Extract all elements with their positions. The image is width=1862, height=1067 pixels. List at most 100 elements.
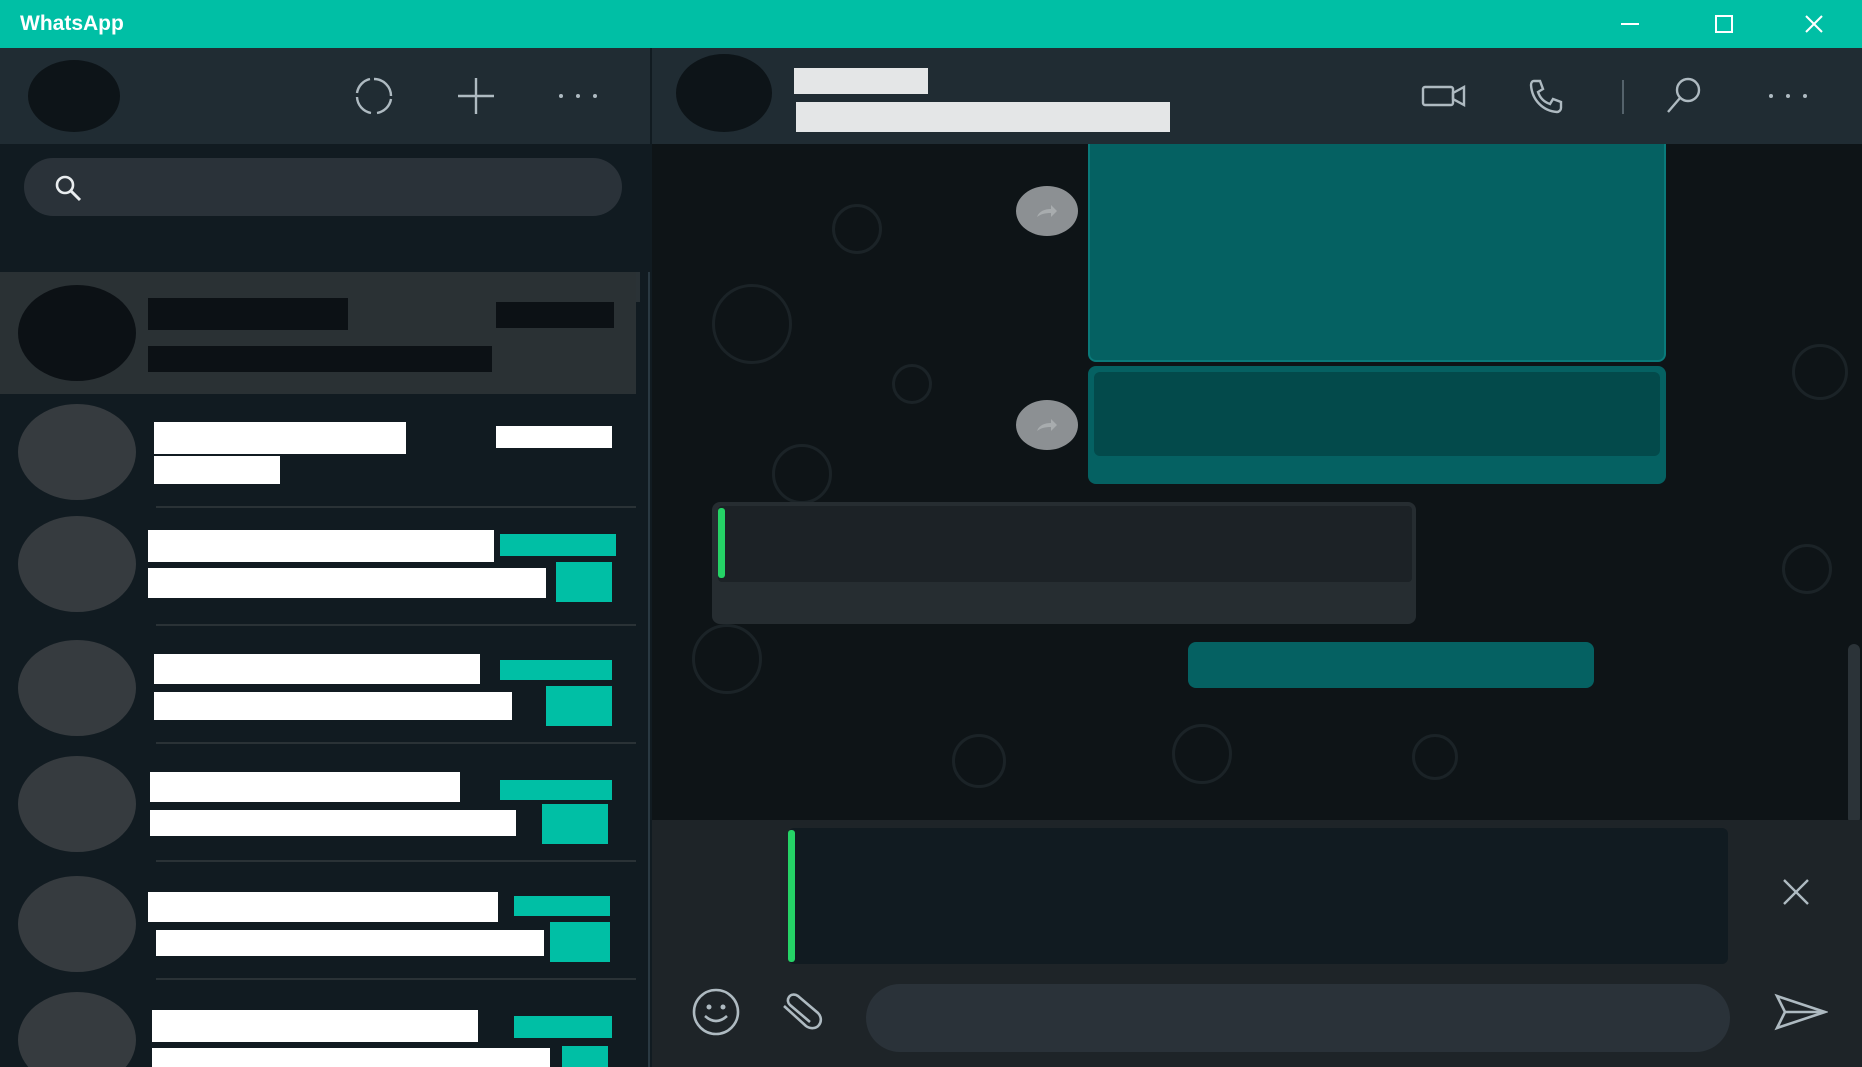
redacted-chat-name [148, 298, 348, 330]
chat-avatar [18, 756, 136, 852]
redacted-last-message [154, 692, 512, 720]
close-icon [1805, 15, 1823, 33]
list-item[interactable] [0, 862, 636, 980]
redacted-chat-name [150, 772, 460, 802]
redacted-last-message [156, 930, 544, 956]
attach-button[interactable] [772, 984, 832, 1040]
chat-item-active[interactable] [0, 272, 636, 394]
new-chat-button[interactable] [452, 72, 500, 120]
redacted-last-message [154, 456, 280, 484]
window-close-button[interactable] [1768, 0, 1860, 48]
list-item[interactable] [0, 508, 636, 628]
video-call-button[interactable] [1418, 72, 1470, 120]
search-icon [55, 175, 82, 202]
message-input[interactable] [866, 984, 1730, 1052]
timestamp-highlight [514, 1016, 612, 1038]
chat-avatar [18, 876, 136, 972]
chat-avatar [18, 992, 136, 1067]
search-box[interactable] [24, 158, 622, 216]
video-call-icon [1421, 84, 1466, 108]
search-section [0, 144, 650, 272]
wallpaper-doodle [1782, 544, 1832, 594]
message-bubble-outgoing[interactable] [1088, 144, 1666, 362]
minimize-icon [1621, 23, 1639, 25]
conversation-panel [652, 48, 1862, 1067]
chat-list-scrollbar[interactable] [636, 272, 640, 302]
sidebar-header [0, 48, 650, 144]
redacted-last-message [150, 810, 516, 836]
emoji-button[interactable] [686, 984, 746, 1040]
send-icon [1774, 993, 1828, 1031]
conversation-scrollbar[interactable] [1848, 644, 1860, 820]
menu-icon [1769, 94, 1807, 98]
status-icon [355, 77, 393, 115]
forward-icon [1037, 205, 1057, 217]
timestamp-highlight [514, 896, 610, 916]
unread-badge [556, 562, 612, 602]
minimize-button[interactable] [1584, 0, 1676, 48]
message-bubble-outgoing[interactable] [1188, 642, 1594, 688]
emoji-icon [692, 988, 740, 1036]
redacted-chat-name [148, 530, 494, 562]
maximize-button[interactable] [1678, 0, 1770, 48]
wallpaper-doodle [832, 204, 882, 254]
send-button[interactable] [1764, 984, 1838, 1040]
wallpaper-doodle [692, 624, 762, 694]
app-title: WhatsApp [20, 12, 124, 35]
wallpaper-doodle [952, 734, 1006, 788]
forward-button[interactable] [1016, 400, 1078, 450]
timestamp-highlight [500, 780, 612, 800]
redacted-chat-name [152, 1010, 478, 1042]
chat-list-panel [0, 48, 650, 1067]
reply-preview [788, 828, 1728, 964]
forward-button[interactable] [1016, 186, 1078, 236]
wallpaper-doodle [1172, 724, 1232, 784]
redacted-contact-name[interactable] [794, 68, 928, 94]
close-icon [1783, 879, 1809, 905]
wallpaper-doodle [712, 284, 792, 364]
redacted-timestamp [496, 426, 612, 448]
new-chat-icon [458, 78, 494, 114]
contact-avatar[interactable] [676, 54, 772, 132]
redacted-chat-name [148, 892, 498, 922]
unread-badge [546, 686, 612, 726]
search-icon [1667, 77, 1701, 113]
timestamp-highlight [500, 660, 612, 680]
redacted-last-message [148, 346, 492, 372]
cancel-reply-button[interactable] [1768, 864, 1824, 920]
chat-avatar [18, 404, 136, 500]
list-item[interactable] [0, 394, 636, 514]
redacted-last-message [152, 1048, 550, 1067]
list-item[interactable] [0, 626, 636, 744]
redacted-chat-name [154, 654, 480, 684]
list-item[interactable] [0, 980, 636, 1067]
status-button[interactable] [350, 72, 398, 120]
voice-call-button[interactable] [1520, 72, 1572, 120]
chat-list [0, 272, 640, 1067]
wallpaper-doodle [1792, 344, 1848, 400]
maximize-icon [1715, 15, 1733, 33]
quoted-message [1094, 372, 1660, 456]
conversation-menu-button[interactable] [1762, 72, 1814, 120]
title-bar: WhatsApp [0, 0, 1862, 48]
message-bubble-incoming[interactable] [712, 502, 1416, 624]
redacted-contact-status [796, 102, 1170, 132]
unread-badge [542, 804, 608, 844]
unread-badge [550, 922, 610, 962]
conversation-search-button[interactable] [1658, 72, 1710, 120]
header-separator [1622, 80, 1624, 114]
chat-avatar [18, 640, 136, 736]
redacted-last-message [148, 568, 546, 598]
quote-accent-bar [788, 830, 795, 962]
profile-avatar[interactable] [28, 60, 120, 132]
wallpaper-doodle [772, 444, 832, 504]
conversation-header [652, 48, 1862, 144]
search-input[interactable] [104, 158, 604, 216]
sidebar-menu-button[interactable] [554, 72, 602, 120]
list-item[interactable] [0, 744, 636, 862]
redacted-timestamp [496, 302, 614, 328]
wallpaper-doodle [1412, 734, 1458, 780]
message-bubble-outgoing[interactable] [1088, 366, 1666, 484]
quote-accent-bar [718, 508, 725, 578]
forward-icon [1037, 419, 1057, 431]
